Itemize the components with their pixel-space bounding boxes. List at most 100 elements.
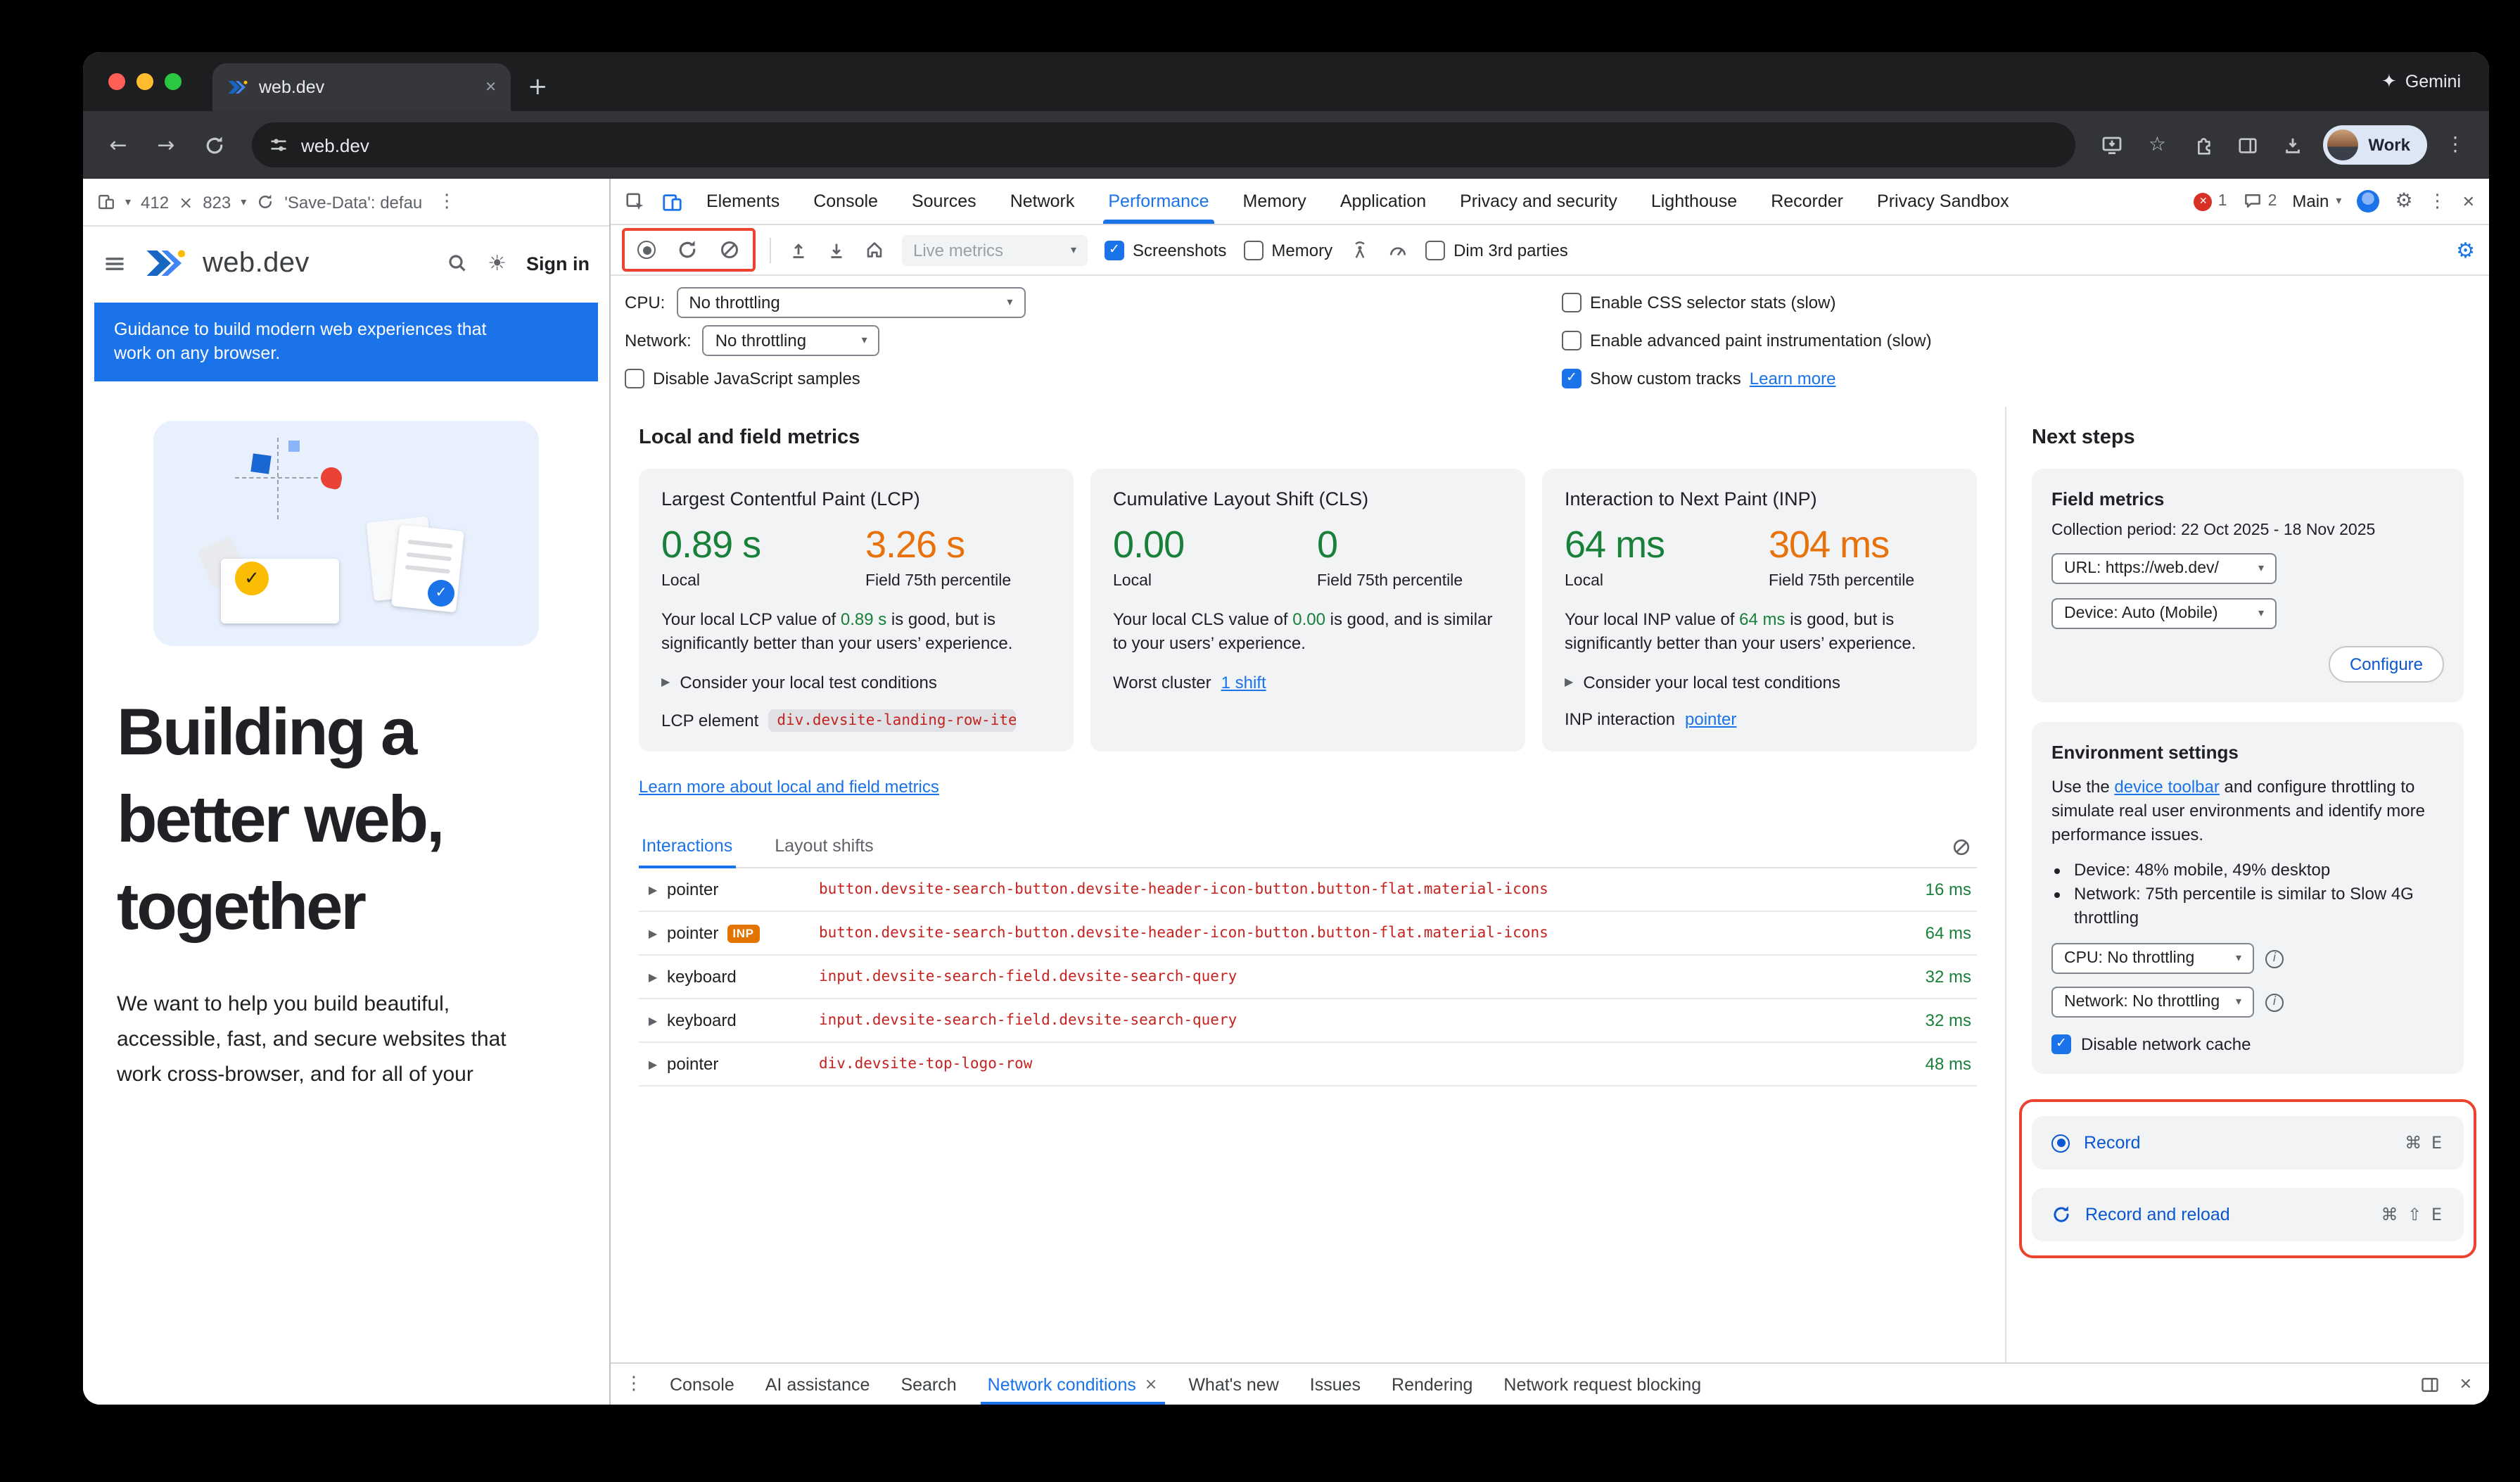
dock-panel-icon[interactable]: [2420, 1374, 2440, 1394]
drawer-tab-ai-assistance[interactable]: AI assistance: [750, 1364, 886, 1405]
forward-button[interactable]: →: [148, 127, 184, 163]
device-caret-icon[interactable]: ▾: [125, 196, 131, 208]
error-badge[interactable]: ✕ 1: [2194, 192, 2227, 210]
css-selector-stats-row[interactable]: Enable CSS selector stats (slow): [1562, 292, 1835, 312]
tab-sources[interactable]: Sources: [895, 179, 993, 224]
browser-menu-button[interactable]: ⋮: [2438, 128, 2472, 162]
disable-cache-row[interactable]: ✓ Disable network cache: [2051, 1034, 2444, 1054]
device-toolbar-toggle[interactable]: [653, 184, 689, 218]
paint-instrumentation-row[interactable]: Enable advanced paint instrumentation (s…: [1562, 330, 1932, 350]
lcp-element-link[interactable]: div.devsite-landing-row-ite…: [768, 709, 1016, 732]
drawer-tab-network-request-blocking[interactable]: Network request blocking: [1488, 1364, 1717, 1405]
save-profile-button[interactable]: [826, 239, 847, 260]
expand-icon[interactable]: ▶: [639, 1014, 667, 1027]
custom-tracks-checkbox[interactable]: ✓: [1562, 368, 1582, 388]
interaction-selector[interactable]: input.devsite-search-field.devsite-searc…: [819, 968, 1887, 985]
interaction-selector[interactable]: input.devsite-search-field.devsite-searc…: [819, 1012, 1887, 1029]
inp-interaction-link[interactable]: pointer: [1685, 709, 1736, 729]
browser-tab[interactable]: web.dev ✕: [212, 63, 511, 111]
interaction-row[interactable]: ▶ pointer div.devsite-top-logo-row 48 ms: [639, 1043, 1977, 1087]
webdev-logo-icon[interactable]: [144, 246, 186, 280]
inp-expander[interactable]: ▶ Consider your local test conditions: [1565, 673, 1954, 692]
tab-performance[interactable]: Performance: [1091, 179, 1226, 224]
devtools-profile-icon[interactable]: [2357, 190, 2379, 213]
reload-button[interactable]: [196, 127, 232, 163]
paint-instrumentation-checkbox[interactable]: [1562, 330, 1582, 350]
theme-toggle-icon[interactable]: ☀: [488, 251, 507, 276]
performance-settings-icon[interactable]: ⚙: [2456, 237, 2475, 262]
maximize-window-button[interactable]: [165, 73, 182, 90]
tab-close-icon[interactable]: ✕: [485, 80, 497, 95]
address-bar[interactable]: web.dev: [252, 122, 2075, 167]
expand-icon[interactable]: ▶: [639, 927, 667, 939]
issues-badge[interactable]: 2: [2243, 191, 2277, 211]
tab-privacy-sandbox[interactable]: Privacy Sandbox: [1860, 179, 2026, 224]
css-selector-stats-checkbox[interactable]: [1562, 292, 1582, 312]
disable-cache-checkbox[interactable]: ✓: [2051, 1034, 2071, 1054]
devtools-settings-icon[interactable]: ⚙: [2395, 190, 2412, 213]
disable-js-samples-checkbox[interactable]: [625, 368, 644, 388]
env-network-select[interactable]: Network: No throttling▾: [2051, 987, 2254, 1018]
history-select[interactable]: Live metrics ▾: [902, 234, 1088, 265]
info-icon[interactable]: i: [2265, 993, 2284, 1011]
record-button[interactable]: Record ⌘ E: [2032, 1116, 2464, 1170]
devtools-close-icon[interactable]: ✕: [2462, 192, 2475, 210]
downloads-button[interactable]: [2275, 128, 2309, 162]
back-button[interactable]: ←: [100, 127, 136, 163]
expand-icon[interactable]: ▶: [639, 883, 667, 896]
device-toolbar-link[interactable]: device toolbar: [2114, 777, 2219, 797]
device-height-field[interactable]: 823: [203, 192, 231, 212]
drawer-tab-rendering[interactable]: Rendering: [1376, 1364, 1488, 1405]
devtools-menu-icon[interactable]: ⋮: [2429, 191, 2447, 212]
tab-elements[interactable]: Elements: [689, 179, 796, 224]
interaction-selector[interactable]: div.devsite-top-logo-row: [819, 1056, 1887, 1072]
memory-checkbox-row[interactable]: Memory: [1243, 240, 1332, 260]
custom-tracks-row[interactable]: ✓ Show custom tracks Learn more: [1562, 368, 1836, 388]
cpu-throttle-button[interactable]: [1387, 239, 1408, 260]
tab-privacy-security[interactable]: Privacy and security: [1443, 179, 1634, 224]
close-window-button[interactable]: [108, 73, 125, 90]
lcp-expander[interactable]: ▶ Consider your local test conditions: [661, 673, 1051, 692]
drawer-close-icon[interactable]: ✕: [2459, 1375, 2472, 1393]
interaction-row[interactable]: ▶ pointerINP button.devsite-search-butto…: [639, 912, 1977, 956]
sign-in-button[interactable]: Sign in: [526, 253, 590, 274]
drawer-tab-network-conditions[interactable]: Network conditions×: [972, 1364, 1173, 1405]
clear-button[interactable]: [719, 239, 740, 260]
zoom-caret-icon[interactable]: ▾: [241, 196, 246, 208]
configure-button[interactable]: Configure: [2329, 646, 2444, 683]
interaction-row[interactable]: ▶ keyboard input.devsite-search-field.de…: [639, 956, 1977, 999]
throttle-select[interactable]: 'Save-Data': defau: [284, 192, 422, 212]
tab-memory[interactable]: Memory: [1226, 179, 1323, 224]
memory-checkbox[interactable]: [1243, 240, 1263, 260]
interaction-selector[interactable]: button.devsite-search-button.devsite-hea…: [819, 925, 1887, 942]
cls-cluster-link[interactable]: 1 shift: [1221, 673, 1266, 692]
env-cpu-select[interactable]: CPU: No throttling▾: [2051, 943, 2254, 974]
device-select-icon[interactable]: [97, 193, 115, 211]
load-profile-button[interactable]: [788, 239, 809, 260]
minimize-window-button[interactable]: [136, 73, 153, 90]
record-icon-button[interactable]: [637, 241, 656, 259]
drawer-tab-issues[interactable]: Issues: [1294, 1364, 1376, 1405]
network-throttling-select[interactable]: No throttling ▾: [703, 324, 880, 355]
install-button[interactable]: [2095, 128, 2129, 162]
tab-lighthouse[interactable]: Lighthouse: [1634, 179, 1754, 224]
metrics-learn-more-link[interactable]: Learn more about local and field metrics: [639, 777, 939, 797]
webdev-logo-text[interactable]: web.dev: [203, 247, 310, 279]
tab-console[interactable]: Console: [796, 179, 895, 224]
site-banner[interactable]: Guidance to build modern web experiences…: [94, 303, 598, 381]
expand-icon[interactable]: ▶: [639, 970, 667, 983]
close-tab-icon[interactable]: ×: [1145, 1375, 1157, 1393]
network-conditions-button[interactable]: [1349, 239, 1370, 260]
tab-layout-shifts[interactable]: Layout shifts: [772, 828, 876, 867]
dim-third-parties-checkbox[interactable]: [1425, 240, 1445, 260]
rotate-icon[interactable]: [256, 193, 274, 211]
live-metrics-home-button[interactable]: [864, 239, 885, 260]
drawer-tab-whats-new[interactable]: What's new: [1173, 1364, 1294, 1405]
cpu-throttling-select[interactable]: No throttling ▾: [676, 286, 1025, 317]
screenshots-checkbox[interactable]: ✓: [1105, 240, 1124, 260]
tab-interactions[interactable]: Interactions: [639, 828, 735, 867]
profile-button[interactable]: Work: [2323, 125, 2427, 165]
interaction-row[interactable]: ▶ pointer button.devsite-search-button.d…: [639, 868, 1977, 912]
expand-icon[interactable]: ▶: [639, 1058, 667, 1070]
screenshots-checkbox-row[interactable]: ✓ Screenshots: [1105, 240, 1226, 260]
